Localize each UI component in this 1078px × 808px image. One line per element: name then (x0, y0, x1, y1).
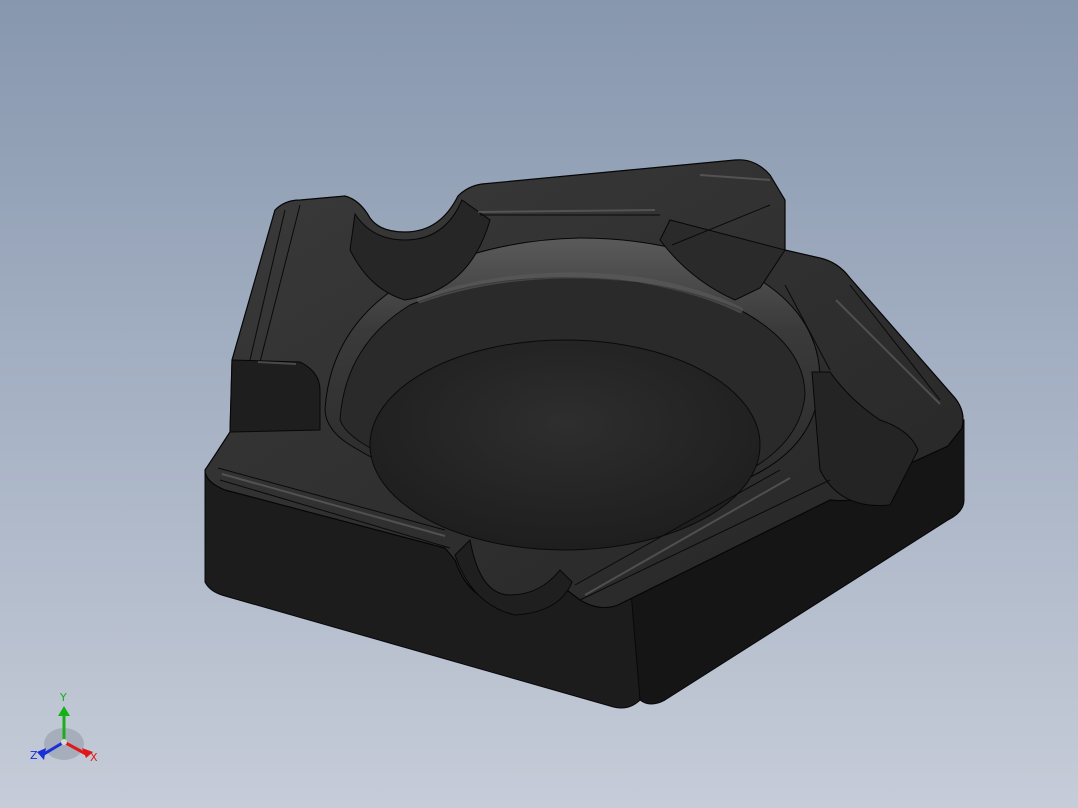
x-axis-label: X (90, 751, 98, 764)
z-axis-arrow (37, 748, 46, 760)
y-axis-arrow (58, 706, 70, 716)
y-axis-label: Y (60, 691, 67, 704)
view-orientation-triad[interactable]: Y X Z (22, 692, 112, 772)
triad-origin (61, 739, 67, 745)
ashtray-model[interactable] (0, 0, 1078, 808)
graphics-viewport[interactable]: Y X Z (0, 0, 1078, 808)
z-axis-label: Z (30, 749, 38, 762)
cigar-rest-left (229, 359, 321, 433)
bowl-floor (369, 339, 761, 551)
